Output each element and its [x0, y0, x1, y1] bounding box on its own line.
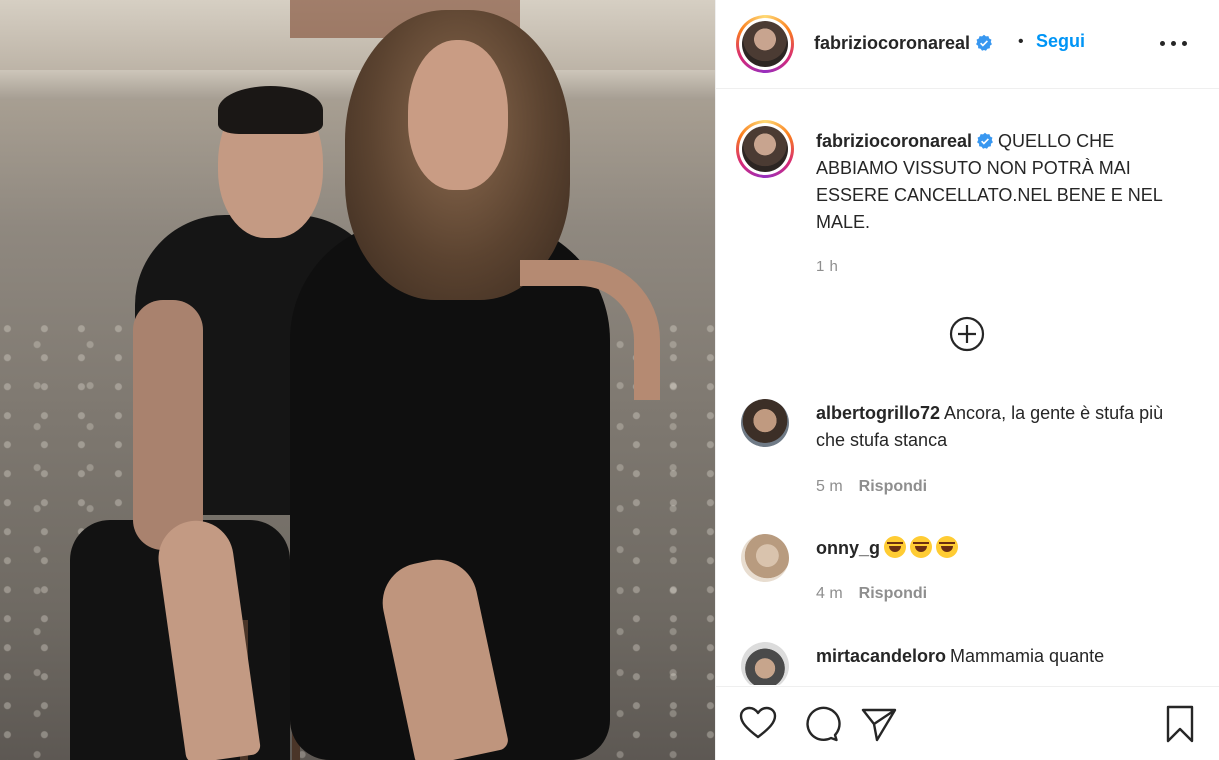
- paper-plane-icon[interactable]: [859, 704, 899, 744]
- avatar-image: [742, 21, 788, 67]
- post-timestamp[interactable]: 1 h: [816, 258, 838, 275]
- more-dot: [1160, 41, 1165, 46]
- more-options-icon[interactable]: [1154, 28, 1194, 58]
- author-avatar[interactable]: [736, 15, 794, 73]
- comment-meta: 5 m Rispondi: [816, 478, 927, 496]
- photo-man-hair: [218, 86, 323, 134]
- verified-badge-icon: [976, 34, 993, 51]
- post-detail-panel: fabriziocoronareal • Segui fabriziocoron…: [715, 0, 1219, 760]
- laughing-emoji-icon: [936, 536, 959, 558]
- bookmark-icon[interactable]: [1160, 704, 1200, 744]
- commenter-avatar[interactable]: [741, 399, 789, 447]
- commenter-avatar[interactable]: [741, 534, 789, 582]
- commenter-avatar[interactable]: [741, 642, 789, 685]
- post-caption: fabriziocoronareal QUELLO CHE ABBIAMO VI…: [816, 128, 1186, 236]
- more-dot: [1182, 41, 1187, 46]
- follow-button[interactable]: Segui: [1036, 31, 1085, 52]
- avatar-image: [742, 126, 788, 172]
- comment-text: Mammamia quante: [950, 646, 1105, 666]
- plus-circle-icon[interactable]: [949, 316, 985, 352]
- commenter-username[interactable]: onny_g: [816, 538, 880, 558]
- laughing-emoji-icon: [884, 536, 907, 558]
- laughing-emoji-icon: [910, 536, 933, 558]
- photo-man-arm: [133, 300, 203, 550]
- reply-button[interactable]: Rispondi: [859, 585, 927, 602]
- verified-badge-icon: [977, 132, 993, 149]
- comment-body: mirtacandeloro Mammamia quante: [816, 643, 1196, 670]
- photo-woman-face: [408, 40, 508, 190]
- photo-woman-arm: [520, 260, 660, 400]
- author-username-row: fabriziocoronareal: [814, 33, 993, 54]
- separator-dot: •: [1018, 33, 1024, 50]
- author-username[interactable]: fabriziocoronareal: [814, 33, 970, 53]
- comment-icon[interactable]: [801, 704, 841, 744]
- more-dot: [1171, 41, 1176, 46]
- caption-author-avatar[interactable]: [736, 120, 794, 178]
- post-header: fabriziocoronareal • Segui: [716, 0, 1219, 89]
- post-photo[interactable]: [0, 0, 715, 760]
- comments-scroll-area[interactable]: fabriziocoronareal QUELLO CHE ABBIAMO VI…: [716, 90, 1219, 685]
- comment-time[interactable]: 5 m: [816, 478, 843, 495]
- reply-button[interactable]: Rispondi: [859, 478, 927, 495]
- comment-time[interactable]: 4 m: [816, 585, 843, 602]
- comment-body: onny_g: [816, 535, 1196, 562]
- caption-username[interactable]: fabriziocoronareal: [816, 131, 972, 151]
- commenter-username[interactable]: mirtacandeloro: [816, 646, 946, 666]
- comment-body: albertogrillo72 Ancora, la gente è stufa …: [816, 400, 1196, 454]
- commenter-username[interactable]: albertogrillo72: [816, 403, 940, 423]
- comment-meta: 4 m Rispondi: [816, 585, 927, 603]
- post-action-bar: [716, 686, 1219, 760]
- heart-icon[interactable]: [738, 704, 778, 744]
